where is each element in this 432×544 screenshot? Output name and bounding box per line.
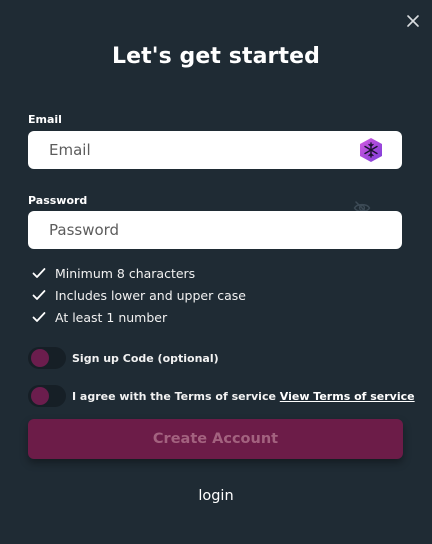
check-icon bbox=[32, 290, 46, 300]
signup-code-label: Sign up Code (optional) bbox=[72, 351, 219, 365]
signup-code-toggle[interactable] bbox=[28, 347, 66, 369]
password-field-container bbox=[28, 211, 402, 249]
email-field-container bbox=[28, 131, 402, 169]
terms-text: I agree with the Terms of service bbox=[72, 389, 276, 403]
signup-modal: Let's get started Email Email Password M… bbox=[0, 0, 432, 544]
toggle-knob bbox=[31, 387, 49, 405]
password-label: Password bbox=[28, 194, 88, 207]
page-title: Let's get started bbox=[112, 44, 320, 69]
terms-row: I agree with the Terms of service View T… bbox=[28, 385, 415, 407]
close-button[interactable] bbox=[405, 13, 421, 29]
rule-item: Minimum 8 characters bbox=[32, 262, 246, 284]
terms-label: I agree with the Terms of service View T… bbox=[72, 390, 415, 403]
email-label: Email bbox=[28, 113, 62, 126]
rule-text: At least 1 number bbox=[55, 309, 168, 325]
check-icon bbox=[32, 268, 46, 278]
check-icon bbox=[32, 312, 46, 322]
rule-text: Includes lower and upper case bbox=[55, 287, 246, 303]
rule-item: At least 1 number bbox=[32, 306, 246, 328]
toggle-knob bbox=[31, 349, 49, 367]
close-icon bbox=[407, 15, 419, 27]
create-account-button[interactable]: Create Account bbox=[28, 419, 403, 459]
hexagon-snowflake-icon[interactable] bbox=[358, 137, 384, 163]
login-link[interactable]: login bbox=[0, 488, 432, 504]
email-field[interactable] bbox=[28, 131, 349, 169]
terms-toggle[interactable] bbox=[28, 385, 66, 407]
rule-text: Minimum 8 characters bbox=[55, 265, 196, 281]
signup-code-row: Sign up Code (optional) bbox=[28, 347, 219, 369]
password-rules: Minimum 8 characters Includes lower and … bbox=[32, 262, 246, 328]
view-terms-link[interactable]: View Terms of service bbox=[280, 390, 415, 403]
password-field[interactable] bbox=[28, 211, 349, 249]
rule-item: Includes lower and upper case bbox=[32, 284, 246, 306]
